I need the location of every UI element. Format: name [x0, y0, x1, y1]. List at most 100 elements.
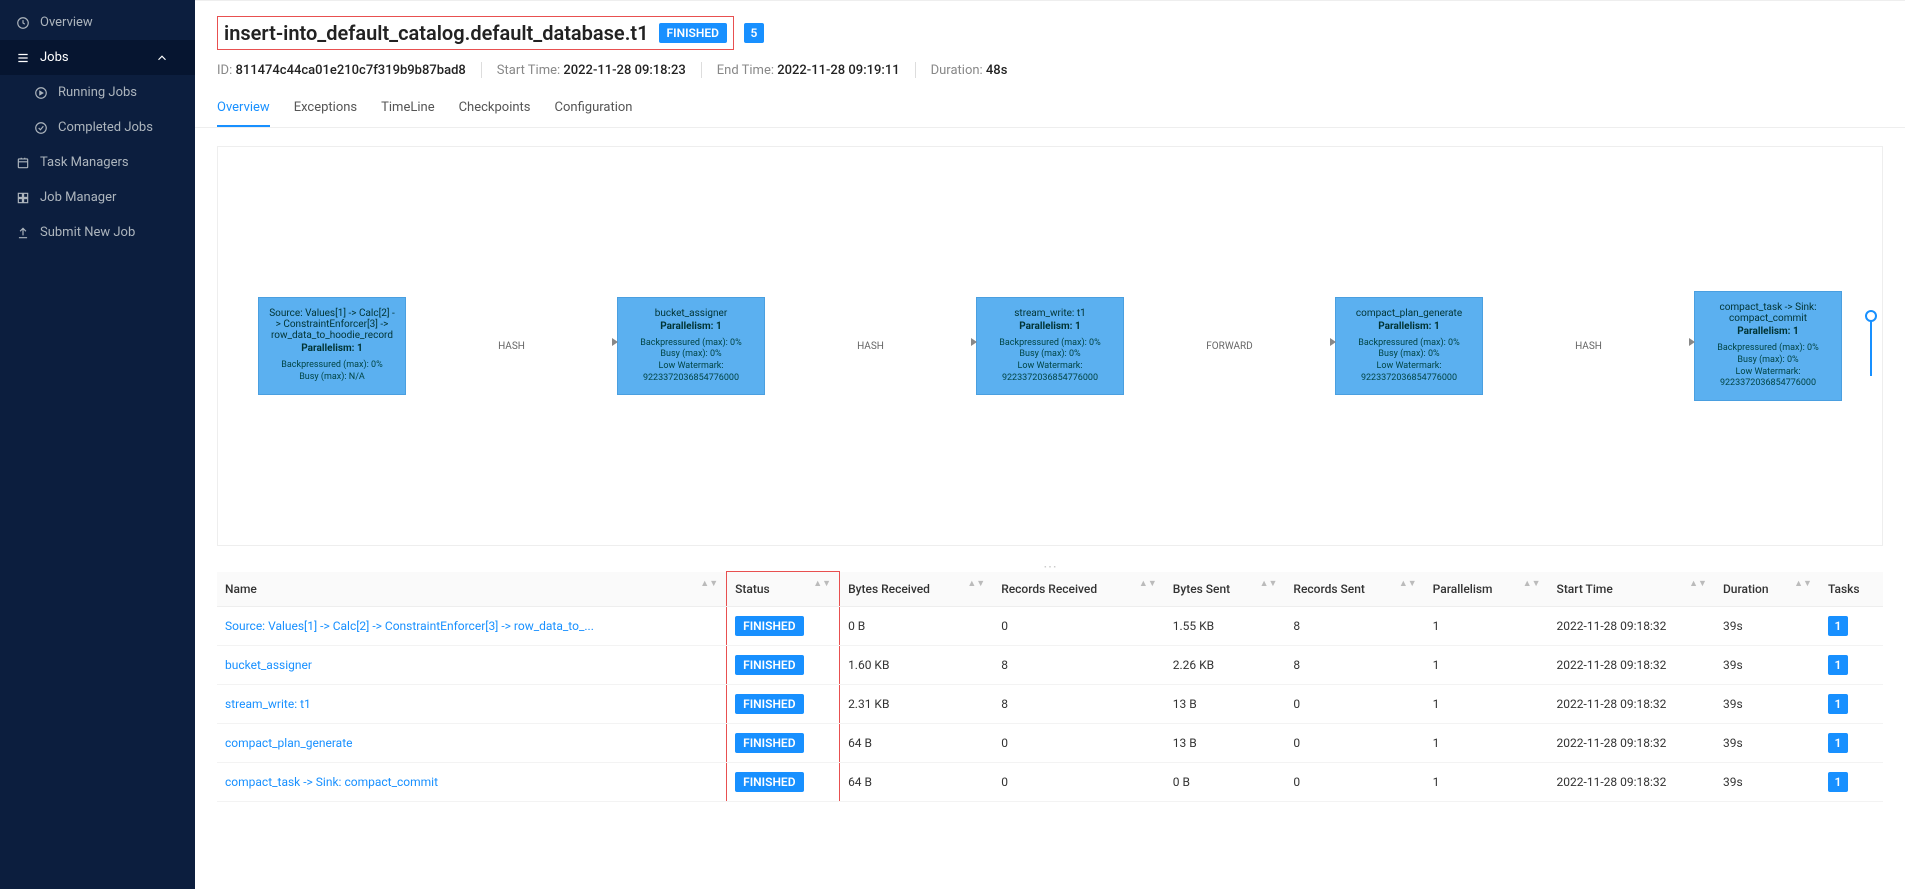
vertex-link[interactable]: Source: Values[1] -> Calc[2] -> Constrai… [225, 619, 594, 633]
cell-dur: 39s [1715, 685, 1820, 724]
node-metric: Busy (max): 0% [985, 349, 1115, 361]
col-par[interactable]: Parallelism▲▼ [1425, 572, 1549, 607]
tasks-badge[interactable]: 1 [1828, 733, 1848, 753]
cell-brec: 0 B [840, 607, 994, 646]
cell-brec: 64 B [840, 724, 994, 763]
sidebar-item-jobmgr[interactable]: Job Manager [0, 180, 195, 215]
page-title: insert-into_default_catalog.default_data… [224, 21, 649, 45]
cell-rsent: 0 [1285, 763, 1424, 802]
col-brec[interactable]: Bytes Received▲▼ [840, 572, 994, 607]
node-title: Source: Values[1] -> Calc[2] -> Constrai… [267, 308, 397, 341]
cell-rsent: 0 [1285, 685, 1424, 724]
sort-icon: ▲▼ [1139, 582, 1157, 587]
edge-label: HASH [498, 341, 525, 352]
bars-icon [16, 51, 30, 65]
col-name[interactable]: Name▲▼ [217, 572, 727, 607]
meta-value: 2022-11-28 09:19:11 [777, 63, 899, 78]
cell-rrec: 8 [993, 685, 1165, 724]
sidebar-item-submit[interactable]: Submit New Job [0, 215, 195, 250]
graph-edge: HASH [1483, 341, 1694, 352]
tab-exceptions[interactable]: Exceptions [294, 90, 357, 127]
tasks-badge[interactable]: 1 [1828, 616, 1848, 636]
graph-edge: HASH [406, 341, 617, 352]
sort-icon: ▲▼ [813, 582, 831, 587]
tab-checkpoints[interactable]: Checkpoints [459, 90, 531, 127]
tasks-badge[interactable]: 1 [1828, 772, 1848, 792]
graph-node[interactable]: bucket_assigner Parallelism: 1 Backpress… [617, 297, 765, 396]
col-rrec[interactable]: Records Received▲▼ [993, 572, 1165, 607]
sidebar-item-overview[interactable]: Overview [0, 5, 195, 40]
table-row: stream_write: t1 FINISHED 2.31 KB 8 13 B… [217, 685, 1883, 724]
table-row: Source: Values[1] -> Calc[2] -> Constrai… [217, 607, 1883, 646]
cell-bsent: 1.55 KB [1165, 607, 1286, 646]
row-status-badge: FINISHED [735, 655, 803, 675]
sidebar-item-running[interactable]: Running Jobs [0, 75, 195, 110]
graph-node[interactable]: Source: Values[1] -> Calc[2] -> Constrai… [258, 297, 406, 394]
sidebar-label: Running Jobs [58, 85, 137, 100]
sidebar-item-completed[interactable]: Completed Jobs [0, 110, 195, 145]
cell-par: 1 [1425, 724, 1549, 763]
sort-icon: ▲▼ [700, 582, 718, 587]
sidebar-item-taskmgr[interactable]: Task Managers [0, 145, 195, 180]
cell-rrec: 0 [993, 763, 1165, 802]
cell-dur: 39s [1715, 724, 1820, 763]
tasks-badge[interactable]: 1 [1828, 655, 1848, 675]
meta-label: Start Time: [497, 63, 560, 78]
sort-icon: ▲▼ [1689, 582, 1707, 587]
meta-label: End Time: [717, 63, 774, 78]
sort-icon: ▲▼ [1399, 582, 1417, 587]
vertex-link[interactable]: stream_write: t1 [225, 697, 311, 711]
sort-icon: ▲▼ [967, 582, 985, 587]
cell-start: 2022-11-28 09:18:32 [1549, 763, 1715, 802]
sidebar-label: Submit New Job [40, 225, 135, 240]
cell-par: 1 [1425, 685, 1549, 724]
cell-bsent: 13 B [1165, 724, 1286, 763]
node-metric: Backpressured (max): 0% [626, 338, 756, 350]
node-metric: Backpressured (max): 0% [985, 338, 1115, 350]
table-row: compact_task -> Sink: compact_commit FIN… [217, 763, 1883, 802]
node-metric: Busy (max): N/A [267, 372, 397, 384]
tasks-badge[interactable]: 1 [1828, 694, 1848, 714]
col-status[interactable]: Status▲▼ [727, 572, 840, 607]
col-dur[interactable]: Duration▲▼ [1715, 572, 1820, 607]
cell-brec: 2.31 KB [840, 685, 994, 724]
node-metric: Busy (max): 0% [1703, 355, 1833, 367]
sidebar-label: Completed Jobs [58, 120, 153, 135]
col-start[interactable]: Start Time▲▼ [1549, 572, 1715, 607]
vertex-link[interactable]: compact_task -> Sink: compact_commit [225, 775, 438, 789]
tab-configuration[interactable]: Configuration [555, 90, 633, 127]
tab-timeline[interactable]: TimeLine [381, 90, 434, 127]
col-rsent[interactable]: Records Sent▲▼ [1285, 572, 1424, 607]
chevron-up-icon [155, 51, 169, 65]
sidebar-item-jobs[interactable]: Jobs [0, 40, 195, 75]
graph-node[interactable]: compact_plan_generate Parallelism: 1 Bac… [1335, 297, 1483, 396]
node-metric: Low Watermark: 9223372036854776000 [1703, 367, 1833, 390]
node-title: compact_plan_generate [1344, 308, 1474, 319]
resize-handle[interactable]: ⋯ [195, 564, 1905, 571]
edge-label: FORWARD [1206, 341, 1252, 352]
meta-label: Duration: [931, 63, 983, 78]
edge-label: HASH [1575, 341, 1602, 352]
cell-rrec: 8 [993, 646, 1165, 685]
cell-dur: 39s [1715, 646, 1820, 685]
col-tasks[interactable]: Tasks [1820, 572, 1883, 607]
graph-node[interactable]: stream_write: t1 Parallelism: 1 Backpres… [976, 297, 1124, 396]
cell-bsent: 2.26 KB [1165, 646, 1286, 685]
graph-node[interactable]: compact_task -> Sink: compact_commit Par… [1694, 291, 1842, 401]
tab-overview[interactable]: Overview [217, 90, 270, 127]
zoom-handle[interactable] [1865, 310, 1877, 322]
vertex-link[interactable]: bucket_assigner [225, 658, 312, 672]
cell-par: 1 [1425, 646, 1549, 685]
cell-par: 1 [1425, 763, 1549, 802]
node-metric: Backpressured (max): 0% [1344, 338, 1474, 350]
cell-rrec: 0 [993, 607, 1165, 646]
meta-value: 811474c44ca01e210c7f319b9b87bad8 [235, 63, 465, 78]
node-metric: Busy (max): 0% [1344, 349, 1474, 361]
vertex-link[interactable]: compact_plan_generate [225, 736, 353, 750]
zoom-slider[interactable] [1870, 316, 1872, 376]
col-bsent[interactable]: Bytes Sent▲▼ [1165, 572, 1286, 607]
job-graph[interactable]: Source: Values[1] -> Calc[2] -> Constrai… [217, 146, 1883, 546]
schedule-icon [16, 156, 30, 170]
table-row: compact_plan_generate FINISHED 64 B 0 13… [217, 724, 1883, 763]
sidebar: Overview Jobs Running Jobs Completed Job… [0, 0, 195, 889]
